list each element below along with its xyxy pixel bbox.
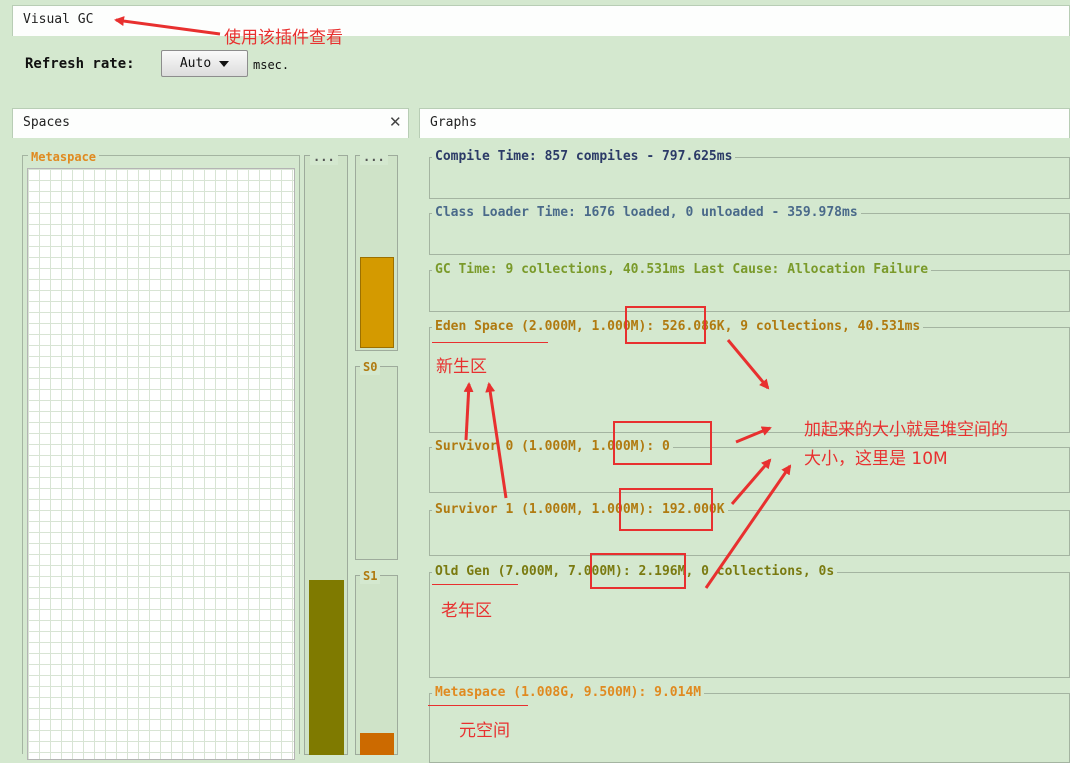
arrow-young-s0 — [463, 382, 474, 441]
arrow-s0-sum — [735, 426, 772, 444]
arrow-young-s1 — [485, 382, 508, 499]
arrow-plugin — [114, 16, 221, 36]
annotation-arrows — [114, 16, 792, 589]
arrow-s1-sum — [730, 458, 772, 505]
arrow-eden-sum — [726, 339, 770, 390]
